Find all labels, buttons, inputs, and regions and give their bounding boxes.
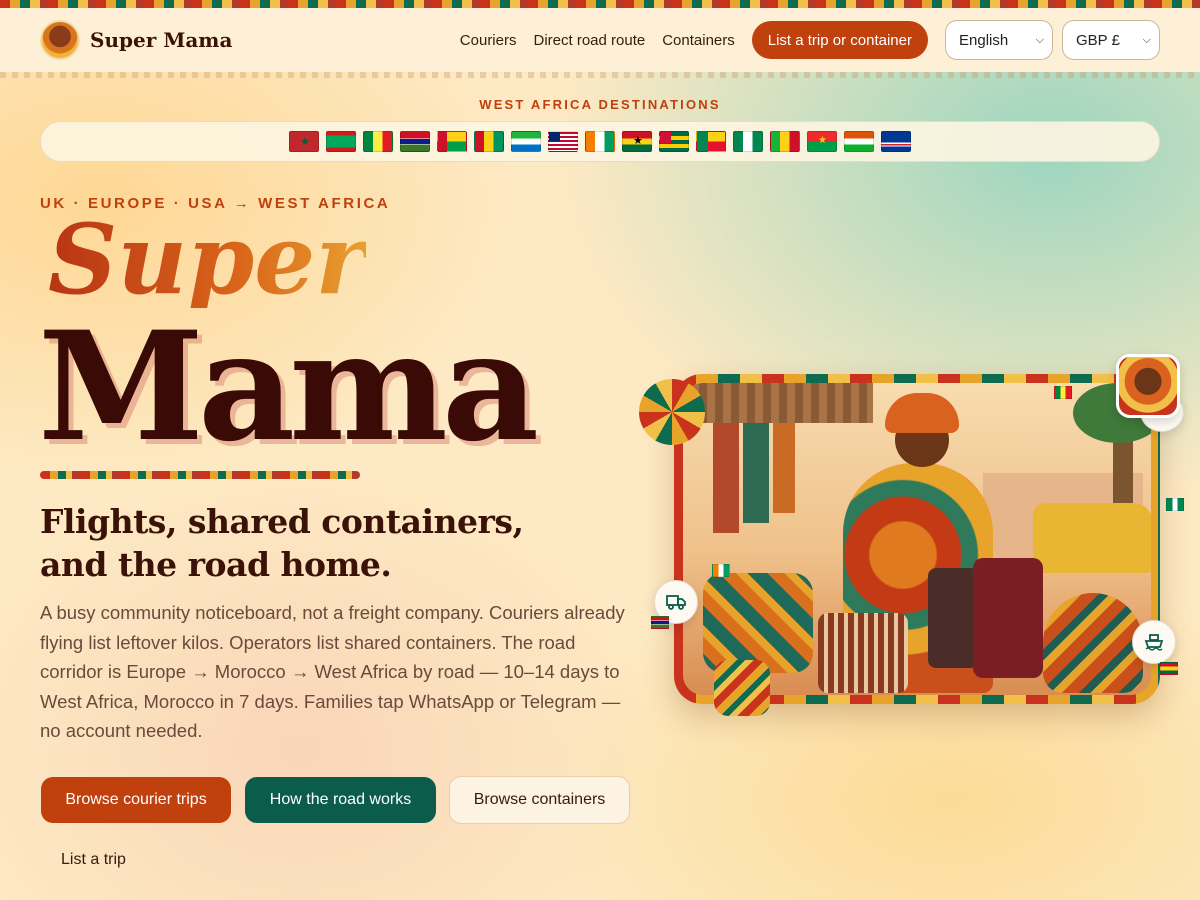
flag-togo-icon[interactable] — [659, 131, 689, 152]
flag-benin-icon[interactable] — [696, 131, 726, 152]
currency-select-value: GBP £ — [1076, 31, 1120, 49]
flag-sierra-leone-icon[interactable] — [511, 131, 541, 152]
flag-nigeria-icon[interactable] — [733, 131, 763, 152]
kente-divider — [40, 471, 360, 479]
flag-guinea-bissau-icon[interactable] — [437, 131, 467, 152]
head-wrap — [885, 393, 959, 433]
flag-burkina-faso-icon[interactable]: ★ — [807, 131, 837, 152]
chevron-down-icon: ⌵ — [1142, 33, 1151, 46]
list-trip-or-container-button[interactable]: List a trip or container — [751, 21, 928, 59]
destination-flags-strip: ★ ★ ★ — [40, 121, 1160, 162]
hero-subhead: Flights, shared containers, and the road… — [40, 502, 524, 584]
nav-links: Couriers Direct road route Containers Li… — [460, 20, 1160, 60]
brand-name: Super Mama — [90, 28, 233, 52]
hero-title-mama: Mama — [38, 299, 539, 475]
stall-awning — [683, 383, 873, 423]
mama-avatar — [1116, 354, 1180, 418]
brand[interactable]: Super Mama — [40, 20, 232, 60]
hanging-cloth — [713, 423, 739, 533]
flag-cote-divoire-icon[interactable] — [585, 131, 615, 152]
flag-senegal-icon — [1054, 386, 1072, 399]
suitcase — [928, 568, 978, 668]
how-the-road-works-button[interactable]: How the road works — [245, 777, 436, 823]
flag-mauritania-icon[interactable] — [326, 131, 356, 152]
nav-link-containers[interactable]: Containers — [662, 32, 735, 49]
hero-illustration-frame — [674, 374, 1160, 704]
language-select[interactable]: English ⌵ — [945, 20, 1053, 60]
flag-guinea-icon[interactable] — [474, 131, 504, 152]
patterned-bag — [703, 573, 813, 673]
top-navbar: Super Mama Couriers Direct road route Co… — [0, 8, 1200, 72]
market-scene-illustration — [683, 383, 1151, 695]
nav-link-direct-road-route[interactable]: Direct road route — [533, 32, 645, 49]
flag-ghana-icon — [1160, 662, 1178, 675]
kente-fan-decoration — [639, 379, 705, 445]
hero-description: A busy community noticeboard, not a frei… — [40, 602, 625, 741]
currency-select[interactable]: GBP £ ⌵ — [1062, 20, 1160, 60]
browse-containers-button[interactable]: Browse containers — [449, 776, 630, 824]
kente-cloth-badge — [714, 660, 770, 716]
ship-icon[interactable] — [1132, 620, 1176, 664]
flag-morocco-icon[interactable]: ★ — [289, 131, 319, 152]
hero-title-super: Super — [48, 203, 366, 316]
nav-link-couriers[interactable]: Couriers — [460, 32, 517, 49]
brand-logo-icon — [40, 20, 80, 60]
list-a-trip-link[interactable]: List a trip — [61, 848, 126, 872]
truck-icon-glyph — [666, 595, 686, 610]
flag-liberia-icon[interactable] — [548, 131, 578, 152]
flag-gambia-icon — [651, 616, 669, 629]
patterned-bundle — [1043, 593, 1143, 693]
suitcase — [973, 558, 1043, 678]
flag-gambia-icon[interactable] — [400, 131, 430, 152]
chevron-down-icon: ⌵ — [1035, 33, 1044, 46]
navbar-edge-pattern — [0, 72, 1200, 78]
hanging-cloth — [773, 423, 795, 513]
yellow-van — [1033, 503, 1151, 573]
destinations-label: WEST AFRICA DESTINATIONS — [479, 97, 721, 112]
ship-icon-glyph — [1144, 634, 1164, 651]
flag-ghana-icon[interactable]: ★ — [622, 131, 652, 152]
flag-cape-verde-icon[interactable] — [881, 131, 911, 152]
flag-nigeria-icon — [1166, 498, 1184, 511]
woven-bag — [818, 613, 908, 693]
language-select-value: English — [959, 31, 1009, 49]
flag-senegal-icon[interactable] — [363, 131, 393, 152]
hanging-cloth — [743, 423, 769, 523]
flag-mali-icon[interactable] — [770, 131, 800, 152]
kente-top-border — [0, 0, 1200, 8]
flag-niger-icon[interactable] — [844, 131, 874, 152]
browse-courier-trips-button[interactable]: Browse courier trips — [41, 777, 231, 823]
flag-cote-divoire-icon — [712, 564, 730, 577]
